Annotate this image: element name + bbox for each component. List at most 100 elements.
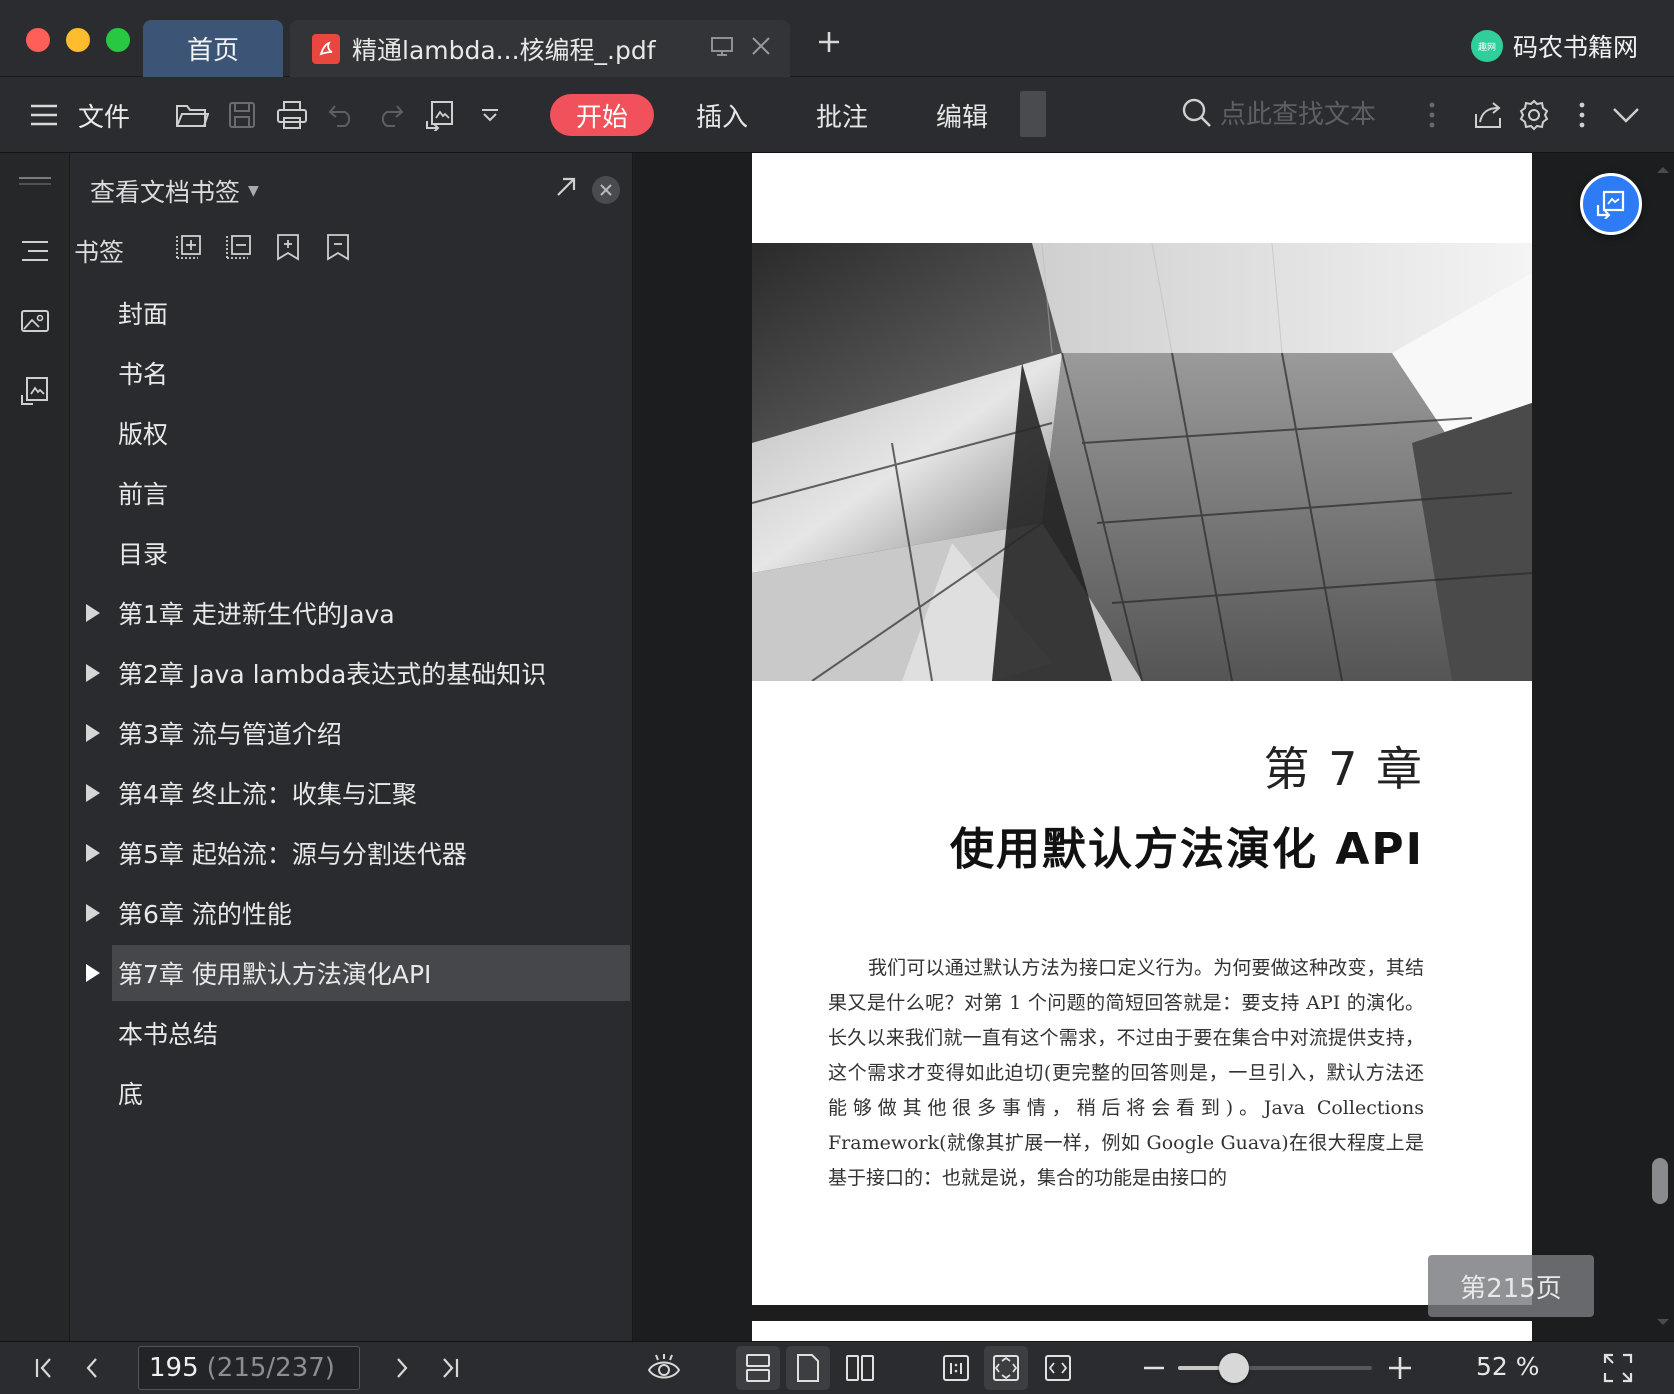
minimize-window-button[interactable] — [66, 28, 90, 52]
zoom-level[interactable]: 52 % — [1476, 1352, 1540, 1381]
tab-annotate[interactable]: 批注 — [816, 97, 868, 134]
expand-all-icon[interactable] — [172, 231, 204, 263]
scroll-up-icon[interactable] — [1652, 159, 1674, 179]
bookmark-item-label: 第4章 终止流：收集与汇聚 — [118, 780, 417, 809]
extract-image-icon[interactable] — [15, 371, 55, 411]
print-icon[interactable] — [272, 95, 312, 135]
fit-page-button[interactable] — [984, 1346, 1028, 1390]
zoom-out-icon[interactable] — [1136, 1350, 1172, 1386]
last-page-icon[interactable] — [432, 1350, 468, 1386]
bookmark-item-label: 前言 — [118, 480, 169, 509]
redo-icon[interactable] — [370, 95, 410, 135]
previous-page-icon[interactable] — [74, 1350, 110, 1386]
expand-arrow-icon[interactable] — [86, 604, 100, 622]
expand-arrow-icon[interactable] — [86, 844, 100, 862]
brand[interactable]: 趣网 码农书籍网 — [1470, 28, 1638, 64]
collapse-panel-icon[interactable] — [15, 161, 55, 201]
fit-width-button[interactable] — [1036, 1346, 1080, 1390]
bookmark-item[interactable]: 第7章 使用默认方法演化API — [70, 943, 632, 1003]
expand-arrow-icon[interactable] — [86, 664, 100, 682]
toolbar-overflow-handle[interactable] — [1020, 91, 1046, 137]
single-page-view-button[interactable] — [786, 1346, 830, 1390]
tab-home[interactable]: 首页 — [143, 20, 283, 77]
tab-document-label: 精通lambda...核编程_.pdf — [352, 35, 656, 65]
bookmark-item[interactable]: 第6章 流的性能 — [70, 883, 632, 943]
close-panel-button[interactable] — [592, 176, 620, 204]
two-page-view-button[interactable] — [838, 1346, 882, 1390]
bookmark-item-label: 本书总结 — [118, 1020, 219, 1049]
tab-document[interactable]: 精通lambda...核编程_.pdf — [290, 20, 790, 77]
present-icon[interactable] — [710, 34, 734, 63]
expand-arrow-icon[interactable] — [86, 964, 100, 982]
pdf-file-icon — [312, 33, 340, 64]
tab-start[interactable]: 开始 — [550, 94, 654, 136]
menu-icon[interactable] — [24, 95, 64, 135]
collapse-all-icon[interactable] — [222, 231, 254, 263]
zoom-in-icon[interactable] — [1382, 1350, 1418, 1386]
chapter-title: 使用默认方法演化 API — [950, 824, 1424, 875]
bookmark-item[interactable]: 底 — [70, 1063, 632, 1123]
bookmark-item[interactable]: 第5章 起始流：源与分割迭代器 — [70, 823, 632, 883]
add-bookmark-icon[interactable] — [272, 231, 304, 263]
close-tab-icon[interactable] — [750, 34, 772, 63]
bookmark-item[interactable]: 第2章 Java lambda表达式的基础知识 — [70, 643, 632, 703]
chapter-number: 第 7 章 — [1263, 742, 1424, 796]
pop-out-icon[interactable] — [554, 175, 578, 203]
save-icon[interactable] — [222, 95, 262, 135]
tab-insert[interactable]: 插入 — [696, 97, 748, 134]
more-menu-icon[interactable] — [1562, 95, 1602, 135]
search-options-icon[interactable] — [1412, 95, 1452, 135]
thumbnail-image-icon[interactable] — [15, 301, 55, 341]
image-convert-button[interactable] — [1580, 173, 1642, 235]
bookmark-item-label: 封面 — [118, 300, 169, 329]
file-menu[interactable]: 文件 — [78, 97, 130, 134]
expand-arrow-icon[interactable] — [86, 724, 100, 742]
tab-edit[interactable]: 编辑 — [936, 97, 988, 134]
bookmark-item[interactable]: 书名 — [70, 343, 632, 403]
new-tab-button[interactable] — [813, 26, 845, 58]
share-icon[interactable] — [1468, 95, 1508, 135]
scrollbar-thumb[interactable] — [1652, 1158, 1668, 1204]
tab-start-label: 开始 — [575, 102, 628, 133]
document-viewport[interactable]: 第 7 章 使用默认方法演化 API 我们可以通过默认方法为接口定义行为。为何要… — [634, 153, 1674, 1341]
export-image-icon[interactable] — [420, 95, 460, 135]
scroll-down-icon[interactable] — [1652, 1313, 1674, 1333]
bookmark-item-label: 目录 — [118, 540, 169, 569]
panel-title-dropdown[interactable]: 查看文档书签 ▼ — [90, 173, 259, 209]
bookmark-item[interactable]: 本书总结 — [70, 1003, 632, 1063]
bookmark-item[interactable]: 版权 — [70, 403, 632, 463]
maximize-window-button[interactable] — [106, 28, 130, 52]
eye-protection-icon[interactable] — [646, 1350, 682, 1386]
bookmark-item[interactable]: 第3章 流与管道介绍 — [70, 703, 632, 763]
bookmark-item-label: 第5章 起始流：源与分割迭代器 — [118, 840, 467, 869]
collapse-toolbar-icon[interactable] — [1606, 95, 1646, 135]
next-page-icon[interactable] — [384, 1350, 420, 1386]
fullscreen-icon[interactable] — [1600, 1350, 1636, 1386]
bookmark-item[interactable]: 前言 — [70, 463, 632, 523]
undo-icon[interactable] — [322, 95, 362, 135]
bookmark-item[interactable]: 第4章 终止流：收集与汇聚 — [70, 763, 632, 823]
settings-gear-icon[interactable] — [1514, 95, 1554, 135]
zoom-slider-thumb[interactable] — [1219, 1353, 1250, 1383]
more-dropdown-icon[interactable] — [470, 95, 510, 135]
expand-arrow-icon[interactable] — [86, 784, 100, 802]
bookmark-item[interactable]: 目录 — [70, 523, 632, 583]
close-window-button[interactable] — [26, 28, 50, 52]
first-page-icon[interactable] — [26, 1350, 62, 1386]
continuous-pages-icon — [746, 1354, 770, 1382]
bookmark-item[interactable]: 封面 — [70, 283, 632, 343]
continuous-view-button[interactable] — [736, 1346, 780, 1390]
side-rail — [0, 153, 70, 1341]
single-page-icon — [797, 1354, 819, 1382]
search-icon[interactable] — [1180, 96, 1214, 134]
zoom-slider-track[interactable] — [1178, 1366, 1372, 1370]
bookmark-item[interactable]: 第1章 走进新生代的Java — [70, 583, 632, 643]
bookmark-list-icon[interactable] — [15, 231, 55, 271]
expand-arrow-icon[interactable] — [86, 904, 100, 922]
tab-home-label: 首页 — [186, 36, 239, 66]
actual-size-button[interactable] — [934, 1346, 978, 1390]
remove-bookmark-icon[interactable] — [322, 231, 354, 263]
open-folder-icon[interactable] — [172, 95, 212, 135]
search-input[interactable] — [1220, 95, 1390, 135]
page-number-field[interactable]: 195 (215/237) — [138, 1346, 360, 1390]
